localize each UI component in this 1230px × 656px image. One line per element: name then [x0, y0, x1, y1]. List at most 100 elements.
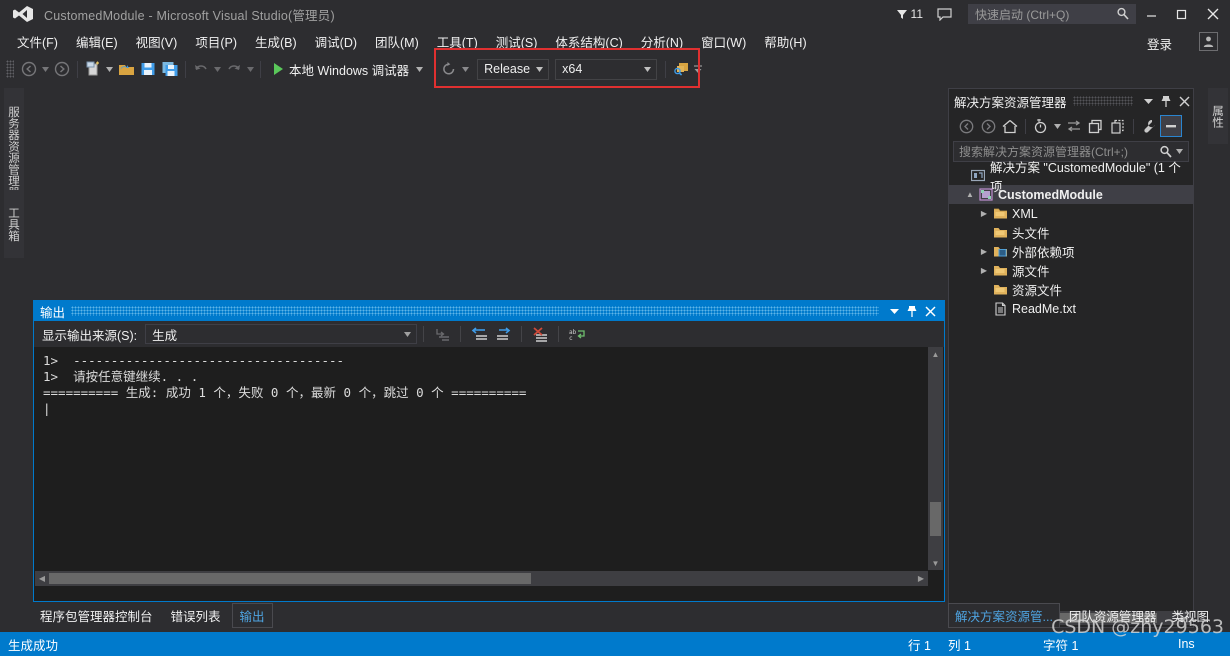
- menu-item-analyze[interactable]: 分析(N): [632, 29, 692, 54]
- close-icon[interactable]: [1175, 91, 1193, 111]
- menu-item-debug[interactable]: 调试(D): [306, 29, 366, 54]
- navigate-forward-icon[interactable]: [51, 58, 73, 80]
- scroll-up-icon[interactable]: ▲: [928, 347, 943, 361]
- sidebar-tab-properties[interactable]: 属性: [1208, 88, 1228, 144]
- scroll-right-icon[interactable]: ▶: [914, 571, 928, 586]
- panel-drag-handle[interactable]: [1072, 96, 1133, 106]
- signin-button[interactable]: 登录: [1141, 31, 1178, 56]
- chevron-down-icon[interactable]: [1052, 115, 1063, 137]
- scrollbar-thumb[interactable]: [930, 502, 941, 536]
- user-account-icon[interactable]: [1199, 32, 1218, 51]
- new-item-icon[interactable]: [82, 58, 104, 80]
- tree-item-source-files[interactable]: ▶ 源文件: [949, 261, 1193, 280]
- menu-item-view[interactable]: 视图(V): [127, 29, 187, 54]
- tree-expander-expanded-icon[interactable]: ▲: [963, 190, 977, 199]
- maximize-button[interactable]: [1166, 0, 1196, 28]
- chevron-down-icon[interactable]: [404, 331, 412, 337]
- scroll-left-icon[interactable]: ◀: [35, 571, 49, 586]
- save-all-icon[interactable]: [159, 58, 181, 80]
- menu-item-team[interactable]: 团队(M): [366, 29, 428, 54]
- scrollbar-thumb[interactable]: [49, 573, 531, 584]
- collapse-all-icon[interactable]: [1160, 115, 1182, 137]
- sidebar-tab-label: 服务器资源管理器: [7, 106, 19, 198]
- tree-item-xml[interactable]: ▶ XML: [949, 204, 1193, 223]
- status-message: 生成成功: [8, 638, 59, 653]
- output-source-combo[interactable]: 生成: [145, 324, 418, 344]
- menu-item-help[interactable]: 帮助(H): [755, 29, 815, 54]
- new-item-dropdown-icon[interactable]: [104, 58, 115, 80]
- restart-circular-arrow-icon[interactable]: [438, 58, 460, 80]
- standard-toolbar: 本地 Windows 调试器 Release x64: [0, 54, 1230, 84]
- output-horizontal-scrollbar[interactable]: ◀ ▶: [35, 571, 928, 586]
- clear-all-icon[interactable]: [528, 323, 552, 345]
- back-arrow-icon[interactable]: [955, 115, 977, 137]
- tab-error-list[interactable]: 错误列表: [164, 604, 228, 627]
- navigate-back-icon[interactable]: [18, 58, 40, 80]
- restart-dropdown-icon[interactable]: [460, 58, 471, 80]
- tab-solution-explorer[interactable]: 解决方案资源管...: [948, 602, 1060, 628]
- output-vertical-scrollbar[interactable]: ▲ ▼: [928, 347, 943, 570]
- chevron-down-icon[interactable]: [1139, 91, 1157, 111]
- show-all-files-icon[interactable]: [1107, 115, 1129, 137]
- solution-configuration-combo[interactable]: Release: [477, 58, 550, 80]
- find-message-in-code-icon[interactable]: [430, 323, 454, 345]
- undo-icon[interactable]: [190, 58, 212, 80]
- home-icon[interactable]: [999, 115, 1021, 137]
- navigate-back-dropdown-icon[interactable]: [40, 58, 51, 80]
- menu-item-file[interactable]: 文件(F): [8, 29, 67, 54]
- tree-item-readme[interactable]: ReadMe.txt: [949, 299, 1193, 318]
- toolbar-overflow-icon[interactable]: [692, 58, 703, 80]
- tree-item-external-dependencies[interactable]: ▶ 外部依赖项: [949, 242, 1193, 261]
- refresh-icon[interactable]: [1085, 115, 1107, 137]
- close-button[interactable]: [1196, 0, 1230, 28]
- pin-icon[interactable]: [1157, 91, 1175, 111]
- search-icon[interactable]: [1116, 7, 1130, 21]
- redo-dropdown-icon[interactable]: [245, 58, 256, 80]
- chevron-down-icon[interactable]: [644, 66, 652, 72]
- menu-item-architecture[interactable]: 体系结构(C): [546, 29, 631, 54]
- tab-package-manager-console[interactable]: 程序包管理器控制台: [33, 604, 160, 627]
- menu-item-test[interactable]: 测试(S): [487, 29, 547, 54]
- sidebar-tab-toolbox[interactable]: 工具箱: [4, 190, 24, 258]
- minimize-button[interactable]: [1136, 0, 1166, 28]
- panel-drag-handle[interactable]: [71, 306, 879, 316]
- close-icon[interactable]: [921, 302, 939, 320]
- forward-arrow-icon[interactable]: [977, 115, 999, 137]
- menu-item-build[interactable]: 生成(B): [246, 29, 306, 54]
- tree-expander-collapsed-icon[interactable]: ▶: [977, 247, 991, 256]
- tree-expander-collapsed-icon[interactable]: ▶: [977, 209, 991, 218]
- open-file-icon[interactable]: [115, 58, 137, 80]
- pin-icon[interactable]: [903, 302, 921, 320]
- tree-expander-collapsed-icon[interactable]: ▶: [977, 266, 991, 275]
- undo-dropdown-icon[interactable]: [212, 58, 223, 80]
- menu-item-window[interactable]: 窗口(W): [692, 29, 755, 54]
- redo-icon[interactable]: [223, 58, 245, 80]
- tree-item-header-files[interactable]: 头文件: [949, 223, 1193, 242]
- chevron-down-icon[interactable]: [536, 66, 544, 72]
- output-text-area[interactable]: 1> ------------------------------------ …: [35, 347, 928, 570]
- feedback-bubble-icon[interactable]: [937, 7, 952, 21]
- go-to-previous-message-icon[interactable]: [467, 323, 491, 345]
- save-icon[interactable]: [137, 58, 159, 80]
- menu-item-project[interactable]: 项目(P): [186, 29, 246, 54]
- tab-output[interactable]: 输出: [231, 602, 273, 628]
- tree-item-resource-files[interactable]: 资源文件: [949, 280, 1193, 299]
- menu-item-tools[interactable]: 工具(T): [428, 29, 487, 54]
- go-to-next-message-icon[interactable]: [491, 323, 515, 345]
- pending-changes-filter-icon[interactable]: [1030, 115, 1052, 137]
- solution-platform-combo[interactable]: x64: [555, 58, 658, 80]
- quick-launch-input[interactable]: 快速启动 (Ctrl+Q): [968, 4, 1136, 24]
- menu-item-edit[interactable]: 编辑(E): [67, 29, 127, 54]
- toolbar-grip[interactable]: [6, 60, 14, 78]
- tree-item-solution[interactable]: 解决方案 "CustomedModule" (1 个项: [949, 161, 1193, 194]
- chevron-down-icon[interactable]: [885, 302, 903, 320]
- notifications-button[interactable]: 11: [896, 7, 923, 21]
- scroll-down-icon[interactable]: ▼: [928, 556, 943, 570]
- properties-wrench-icon[interactable]: [1138, 115, 1160, 137]
- chevron-down-icon[interactable]: [1176, 149, 1183, 154]
- find-in-files-icon[interactable]: [670, 58, 692, 80]
- start-debugging-button[interactable]: 本地 Windows 调试器: [271, 60, 426, 79]
- start-debugging-dropdown-icon[interactable]: [416, 66, 424, 72]
- sync-with-active-document-icon[interactable]: [1063, 115, 1085, 137]
- toggle-word-wrap-icon[interactable]: ab c: [565, 323, 589, 345]
